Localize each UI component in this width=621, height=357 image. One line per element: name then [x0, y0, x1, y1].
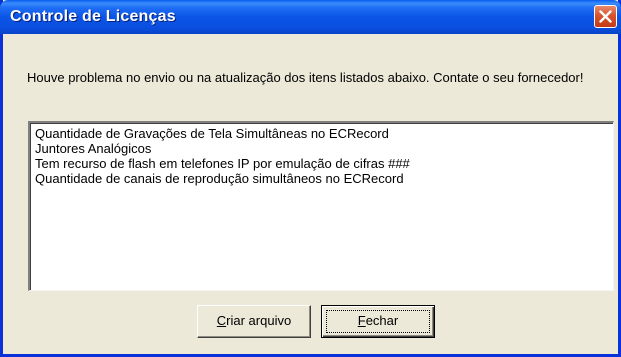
- create-file-button[interactable]: Criar arquivo: [197, 305, 311, 338]
- close-dialog-button[interactable]: Fechar: [321, 305, 435, 338]
- dialog-window: Controle de Licenças Houve problema no e…: [0, 0, 621, 357]
- title-bar[interactable]: Controle de Licenças: [0, 0, 621, 34]
- close-button[interactable]: [594, 5, 617, 28]
- list-item[interactable]: Quantidade de Gravações de Tela Simultân…: [35, 126, 613, 141]
- close-dialog-label: Fechar: [357, 313, 399, 328]
- window-title: Controle de Licenças: [10, 8, 176, 25]
- list-item[interactable]: Tem recurso de flash em telefones IP por…: [35, 156, 613, 171]
- list-item[interactable]: Juntores Analógicos: [35, 141, 613, 156]
- error-message: Houve problema no envio ou na atualizaçã…: [27, 70, 584, 85]
- create-file-label: Criar arquivo: [216, 313, 292, 328]
- list-item[interactable]: Quantidade de canais de reprodução simul…: [35, 171, 613, 186]
- items-listbox[interactable]: Quantidade de Gravações de Tela Simultân…: [28, 121, 614, 291]
- close-icon: [599, 10, 612, 23]
